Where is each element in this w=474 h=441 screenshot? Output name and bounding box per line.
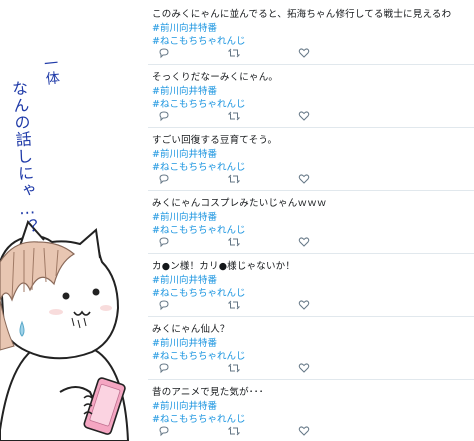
heart-icon[interactable] <box>298 173 312 187</box>
tweet: このみくにゃんに並んでると、拓海ちゃん修行してる戦士に見えるわ #前川向井特番 … <box>148 2 474 65</box>
cheek-left <box>49 309 63 315</box>
eye-left <box>62 292 70 300</box>
tweet-actions <box>148 47 474 61</box>
hashtag-link[interactable]: #ねこもちちゃれんじ <box>152 285 245 299</box>
tweet-text: すごい回復する豆育てそう。 <box>152 135 278 146</box>
tweet-text: カ●ン様！カリ●様じゃないか！ <box>152 261 296 272</box>
tweet-actions <box>148 425 474 439</box>
tweet-feed: このみくにゃんに並んでると、拓海ちゃん修行してる戦士に見えるわ #前川向井特番 … <box>148 0 474 441</box>
eye-right <box>92 288 100 296</box>
tweet: カ●ン様！カリ●様じゃないか！ #前川向井特番 #ねこもちちゃれんじ <box>148 254 474 317</box>
tweet-actions <box>148 299 474 313</box>
retweet-icon[interactable] <box>228 299 242 313</box>
reply-icon[interactable] <box>158 110 172 124</box>
tweet: すごい回復する豆育てそう。 #前川向井特番 #ねこもちちゃれんじ <box>148 128 474 191</box>
tweet-text: みくにゃん仙人？ <box>152 324 230 335</box>
hashtag-link[interactable]: #ねこもちちゃれんじ <box>152 348 245 362</box>
tweet-text: そっくりだなーみくにゃん。 <box>152 72 279 83</box>
retweet-icon[interactable] <box>228 110 242 124</box>
tweet-actions <box>148 110 474 124</box>
reply-icon[interactable] <box>158 236 172 250</box>
heart-icon[interactable] <box>298 425 312 439</box>
tweet: 昔のアニメで見た気が･･･ #前川向井特番 #ねこもちちゃれんじ <box>148 380 474 441</box>
heart-icon[interactable] <box>298 47 312 61</box>
caption-line-1: 一体 <box>41 55 61 87</box>
retweet-icon[interactable] <box>228 173 242 187</box>
tweet-text: このみくにゃんに並んでると、拓海ちゃん修行してる戦士に見えるわ <box>152 9 452 20</box>
tweet-actions <box>148 173 474 187</box>
hashtag-link[interactable]: #ねこもちちゃれんじ <box>152 159 245 173</box>
tweet: みくにゃんコスプレみたいじゃんｗｗｗ #前川向井特番 #ねこもちちゃれんじ <box>148 191 474 254</box>
hashtag-link[interactable]: #ねこもちちゃれんじ <box>152 222 245 236</box>
heart-icon[interactable] <box>298 299 312 313</box>
retweet-icon[interactable] <box>228 362 242 376</box>
hashtag-link[interactable]: #前川向井特番 <box>152 146 217 160</box>
tweet-actions <box>148 236 474 250</box>
hashtag-link[interactable]: #前川向井特番 <box>152 398 217 412</box>
heart-icon[interactable] <box>298 110 312 124</box>
tweet-actions <box>148 362 474 376</box>
hashtag-link[interactable]: #前川向井特番 <box>152 20 217 34</box>
reply-icon[interactable] <box>158 425 172 439</box>
retweet-icon[interactable] <box>228 425 242 439</box>
tweet-text: みくにゃんコスプレみたいじゃんｗｗｗ <box>152 198 327 209</box>
hashtag-link[interactable]: #ねこもちちゃれんじ <box>152 411 245 425</box>
hashtag-link[interactable]: #ねこもちちゃれんじ <box>152 33 245 47</box>
page: 一体 なんの話しにゃ…？ このみくにゃんに並んでると、拓海ちゃん修行してる戦士に… <box>0 0 474 441</box>
cheek-right <box>100 305 112 311</box>
tweet: そっくりだなーみくにゃん。 #前川向井特番 #ねこもちちゃれんじ <box>148 65 474 128</box>
reply-icon[interactable] <box>158 299 172 313</box>
hashtag-link[interactable]: #前川向井特番 <box>152 209 217 223</box>
reply-icon[interactable] <box>158 47 172 61</box>
hashtag-link[interactable]: #前川向井特番 <box>152 335 217 349</box>
reply-icon[interactable] <box>158 173 172 187</box>
retweet-icon[interactable] <box>228 47 242 61</box>
reply-icon[interactable] <box>158 362 172 376</box>
hashtag-link[interactable]: #前川向井特番 <box>152 272 217 286</box>
illustration: 一体 なんの話しにゃ…？ <box>0 0 150 441</box>
hashtag-link[interactable]: #前川向井特番 <box>152 83 217 97</box>
hashtag-link[interactable]: #ねこもちちゃれんじ <box>152 96 245 110</box>
tweet-text: 昔のアニメで見た気が･･･ <box>152 387 264 398</box>
tweet: みくにゃん仙人？ #前川向井特番 #ねこもちちゃれんじ <box>148 317 474 380</box>
heart-icon[interactable] <box>298 362 312 376</box>
retweet-icon[interactable] <box>228 236 242 250</box>
heart-icon[interactable] <box>298 236 312 250</box>
